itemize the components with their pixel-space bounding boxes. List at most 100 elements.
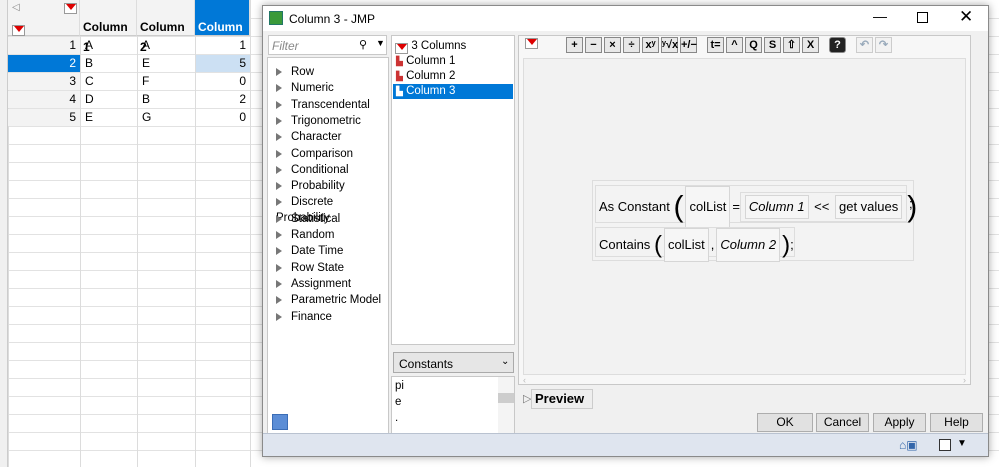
- function-group-item[interactable]: Assignment: [276, 276, 351, 292]
- table-cell[interactable]: A: [81, 37, 137, 54]
- table-cell[interactable]: B: [81, 55, 137, 72]
- formula-dialog: Column 3 - JMP — ✕ Filter ⚲ ▼ Row Numeric…: [262, 5, 989, 457]
- toolbar-button[interactable]: ?: [829, 37, 846, 53]
- table-cell[interactable]: A: [138, 37, 195, 54]
- toolbar-button[interactable]: S: [764, 37, 781, 53]
- function-group-item[interactable]: Discrete Probability: [276, 194, 388, 224]
- column-header-1[interactable]: Column 1: [80, 0, 137, 54]
- rows-menu-icon[interactable]: [12, 25, 25, 36]
- column-header-3[interactable]: Column 3: [195, 0, 250, 54]
- toolbar-button[interactable]: −: [585, 37, 602, 53]
- function-group-item[interactable]: Statistical: [276, 211, 340, 227]
- function-group-item[interactable]: Trigonometric: [276, 113, 361, 129]
- row-number[interactable]: 5: [8, 109, 80, 126]
- toolbar-button[interactable]: X: [802, 37, 819, 53]
- preview-toggle[interactable]: Preview: [531, 389, 593, 409]
- toolbar-button[interactable]: ↶: [856, 37, 873, 53]
- row-number[interactable]: 1: [8, 37, 80, 54]
- function-group-item[interactable]: Numeric: [276, 80, 334, 96]
- table-cell[interactable]: 0: [196, 109, 250, 126]
- contains-function[interactable]: Contains: [599, 237, 650, 252]
- table-cell[interactable]: D: [81, 91, 137, 108]
- toolbar-button[interactable]: +: [566, 37, 583, 53]
- toolbar-button[interactable]: Q: [745, 37, 762, 53]
- table-cell[interactable]: 5: [196, 55, 250, 72]
- table-corner: ◁: [8, 0, 80, 36]
- toolbar-button[interactable]: xʸ: [642, 37, 659, 53]
- column-list-item[interactable]: ▙ Column 3: [393, 84, 513, 99]
- maximize-button[interactable]: [917, 12, 928, 23]
- column-list-item[interactable]: ▙ Column 1: [393, 54, 513, 69]
- red-triangle-menu-icon[interactable]: [64, 3, 77, 14]
- apply-button[interactable]: Apply: [873, 413, 926, 432]
- formula-expression[interactable]: As Constant (colList = Column 1 << get val…: [592, 180, 917, 262]
- constant-item[interactable]: e: [395, 396, 401, 408]
- column-list-item[interactable]: ▙ Column 2: [393, 69, 513, 84]
- function-group-item[interactable]: Character: [276, 129, 342, 145]
- table-cell[interactable]: 2: [196, 91, 250, 108]
- constant-item[interactable]: .: [395, 412, 398, 424]
- table-cell[interactable]: E: [138, 55, 195, 72]
- function-group-item[interactable]: Comparison: [276, 146, 353, 162]
- table-cell[interactable]: B: [138, 91, 195, 108]
- toolbar-button[interactable]: ×: [604, 37, 621, 53]
- toolbar-button[interactable]: ÷: [623, 37, 640, 53]
- toolbar-button[interactable]: t=: [707, 37, 724, 53]
- function-group-item[interactable]: Conditional: [276, 162, 349, 178]
- formula-canvas[interactable]: As Constant (colList = Column 1 << get val…: [523, 58, 966, 375]
- toolbar-button[interactable]: +/−: [680, 37, 697, 53]
- search-icon[interactable]: ⚲: [359, 38, 367, 51]
- table-cell[interactable]: C: [81, 73, 137, 90]
- help-button[interactable]: Help: [930, 413, 983, 432]
- table-cell[interactable]: E: [81, 109, 137, 126]
- horizontal-scrollbar[interactable]: ‹ ›: [523, 376, 966, 385]
- function-group-item[interactable]: Parametric Model: [276, 292, 381, 308]
- function-group-item[interactable]: Random: [276, 227, 334, 243]
- function-groups-list: Row Numeric Transcendental Trigonometric Cha…: [267, 57, 389, 435]
- column-type-icon: ▙: [396, 86, 403, 96]
- function-group-item[interactable]: Row: [276, 64, 314, 80]
- cancel-button[interactable]: Cancel: [816, 413, 869, 432]
- get-values-message[interactable]: get values: [834, 195, 903, 219]
- function-group-item[interactable]: Finance: [276, 309, 332, 325]
- constant-item[interactable]: pi: [395, 380, 404, 392]
- close-button[interactable]: ✕: [959, 7, 973, 27]
- function-group-item[interactable]: Probability: [276, 178, 345, 194]
- constants-dropdown[interactable]: Constants ⌄: [393, 352, 514, 373]
- formula-menu-icon[interactable]: [525, 38, 538, 49]
- toolbar-button[interactable]: ʸ√x: [661, 37, 678, 53]
- function-group-item[interactable]: Transcendental: [276, 97, 370, 113]
- filter-input[interactable]: Filter ⚲ ▼: [268, 35, 387, 55]
- collapse-icon[interactable]: ◁: [12, 2, 20, 13]
- function-group-item[interactable]: Date Time: [276, 243, 343, 259]
- settings-gear-icon[interactable]: [272, 414, 288, 430]
- table-cell[interactable]: 1: [196, 37, 250, 54]
- column-header-2[interactable]: Column 2: [137, 0, 195, 54]
- table-cell[interactable]: G: [138, 109, 195, 126]
- function-group-item[interactable]: Row State: [276, 260, 344, 276]
- collist-var[interactable]: colList: [685, 186, 731, 228]
- column2-ref[interactable]: Column 2: [716, 228, 781, 262]
- toolbar-button[interactable]: ⇧: [783, 37, 800, 53]
- toolbar-button[interactable]: ^: [726, 37, 743, 53]
- chevron-down-icon[interactable]: ▼: [376, 38, 385, 48]
- toolbar-button[interactable]: ↷: [875, 37, 892, 53]
- collist-var-2[interactable]: colList: [663, 228, 709, 262]
- columns-menu-icon[interactable]: [395, 43, 408, 54]
- row-number[interactable]: 3: [8, 73, 80, 90]
- table-left-panel: [0, 0, 8, 467]
- window-list-icon[interactable]: [939, 439, 951, 451]
- home-icon[interactable]: ⌂▣: [899, 438, 918, 452]
- as-constant-function[interactable]: As Constant: [599, 199, 670, 214]
- constants-list: pi e.: [391, 376, 515, 435]
- table-cell[interactable]: 0: [196, 73, 250, 90]
- row-number[interactable]: 2: [8, 55, 80, 72]
- window-title: Column 3 - JMP: [289, 12, 376, 26]
- minimize-button[interactable]: —: [873, 8, 887, 24]
- table-cell[interactable]: F: [138, 73, 195, 90]
- chevron-down-icon[interactable]: ▼: [957, 438, 967, 449]
- ok-button[interactable]: OK: [757, 413, 813, 432]
- scrollbar[interactable]: [498, 377, 514, 434]
- row-number[interactable]: 4: [8, 91, 80, 108]
- column1-ref[interactable]: Column 1: [744, 195, 809, 219]
